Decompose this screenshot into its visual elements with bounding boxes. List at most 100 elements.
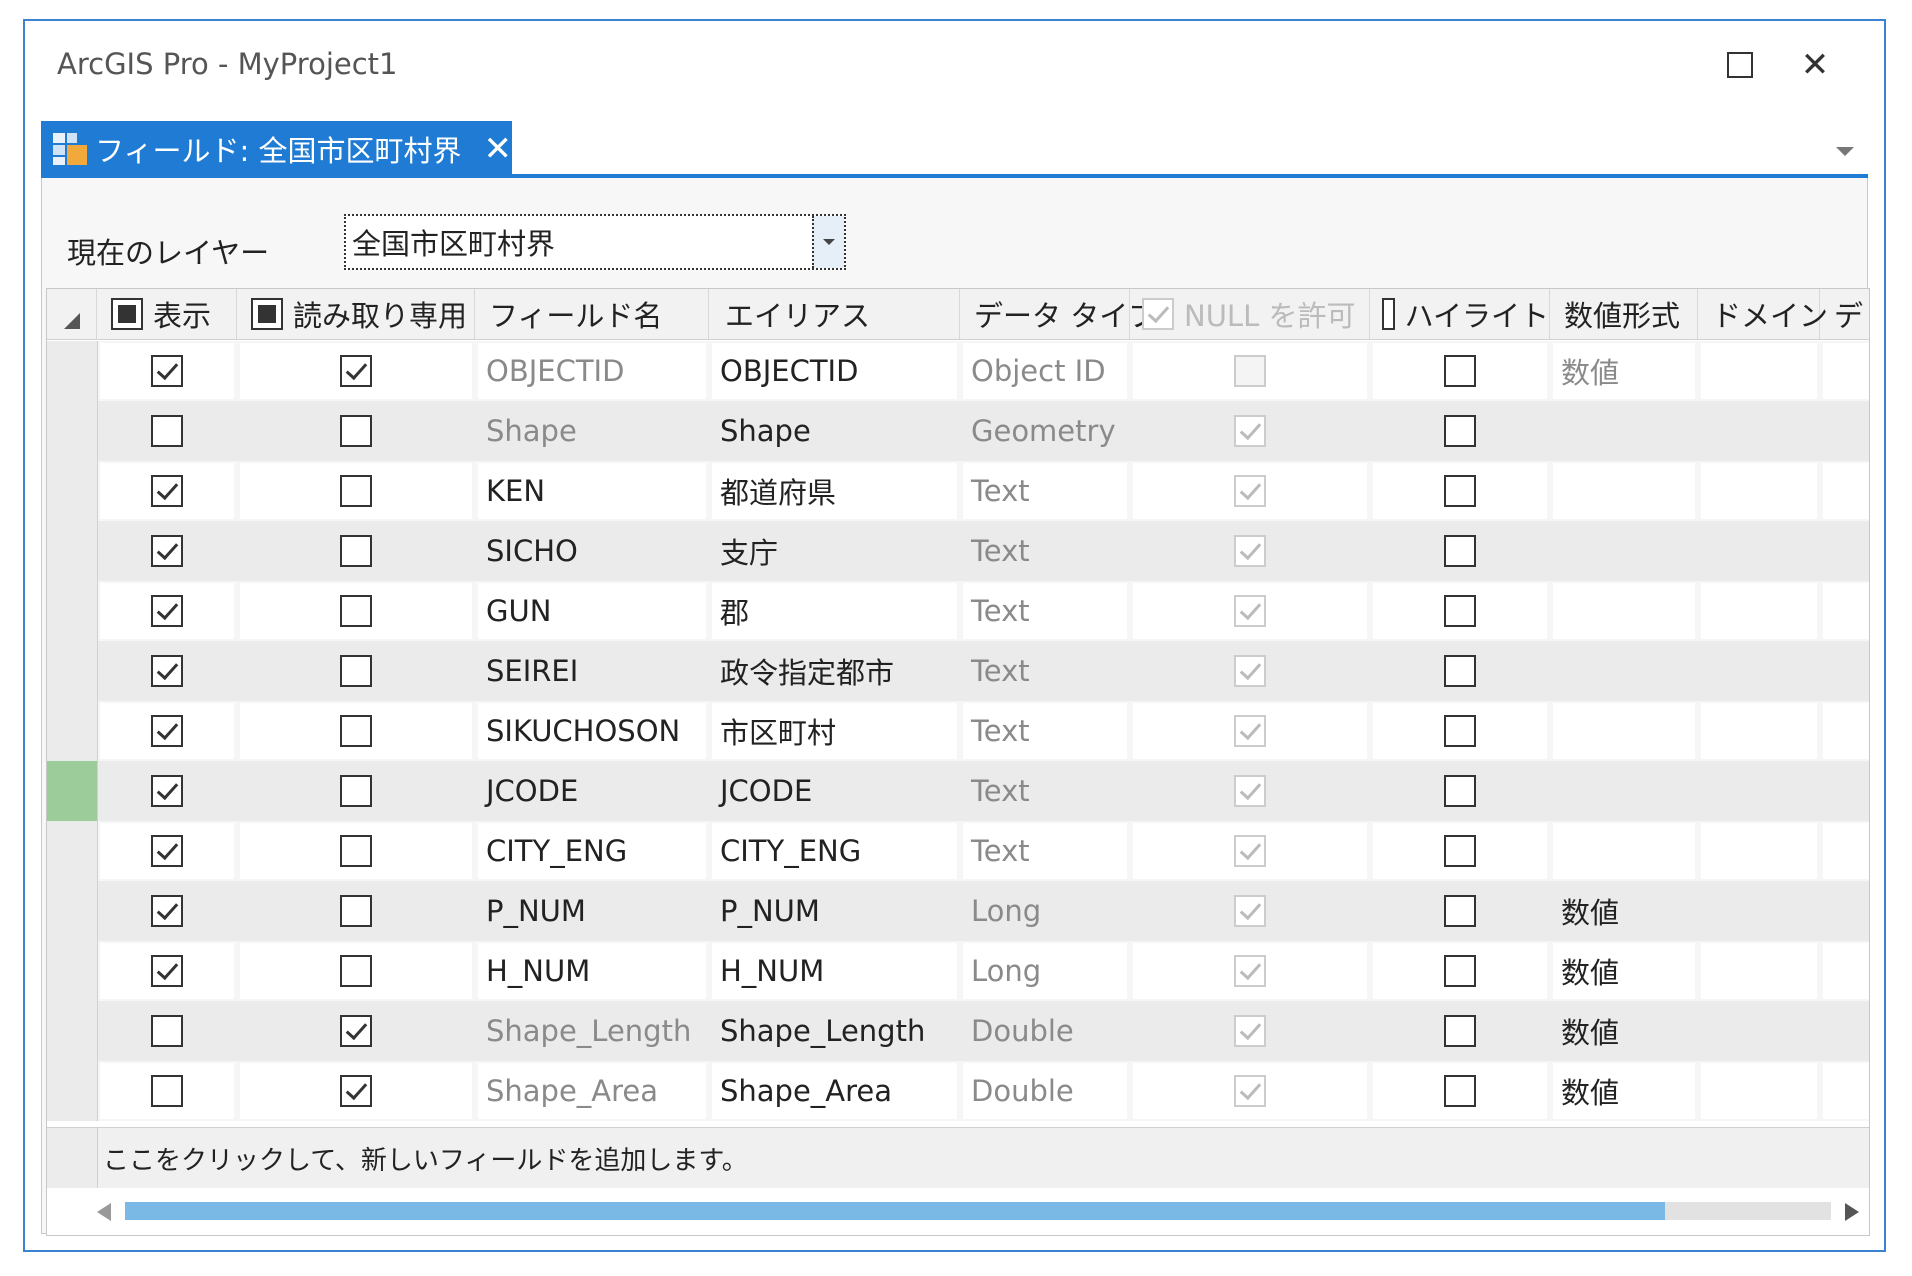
cell-data-type[interactable]: Object ID <box>963 343 1127 399</box>
readonly-checkbox[interactable] <box>340 775 372 807</box>
readonly-checkbox[interactable] <box>340 355 372 387</box>
readonly-checkbox[interactable] <box>340 1075 372 1107</box>
table-row[interactable]: GUN 郡 Text <box>47 581 1869 641</box>
cell-readonly[interactable] <box>240 463 472 519</box>
visible-all-checkbox[interactable] <box>111 298 143 330</box>
add-field-row[interactable]: ここをクリックして、新しいフィールドを追加します。 <box>47 1127 1869 1188</box>
readonly-checkbox[interactable] <box>340 1015 372 1047</box>
col-header-field-name[interactable]: フィールド名 <box>475 289 709 339</box>
cell-readonly[interactable] <box>240 403 472 459</box>
highlight-checkbox[interactable] <box>1444 355 1476 387</box>
cell-number-format[interactable] <box>1553 463 1695 519</box>
highlight-all-checkbox[interactable] <box>1382 298 1395 330</box>
cell-readonly[interactable] <box>240 523 472 579</box>
cell-readonly[interactable] <box>240 643 472 699</box>
cell-data-type[interactable]: Geometry <box>963 403 1127 459</box>
tab-menu-chevron-down-icon[interactable] <box>1836 147 1854 156</box>
row-header[interactable] <box>47 1061 98 1121</box>
table-row[interactable]: CITY_ENG CITY_ENG Text <box>47 821 1869 881</box>
cell-visible[interactable] <box>100 643 234 699</box>
cell-field-name[interactable]: CITY_ENG <box>478 823 706 879</box>
cell-field-name[interactable]: Shape_Length <box>478 1003 706 1059</box>
readonly-checkbox[interactable] <box>340 955 372 987</box>
cell-visible[interactable] <box>100 1003 234 1059</box>
cell-number-format[interactable]: 数値 <box>1553 943 1695 999</box>
cell-default[interactable] <box>1823 703 1869 759</box>
cell-alias[interactable]: Shape_Length <box>712 1003 957 1059</box>
cell-data-type[interactable]: Text <box>963 523 1127 579</box>
cell-highlight[interactable] <box>1373 943 1547 999</box>
cell-readonly[interactable] <box>240 703 472 759</box>
highlight-checkbox[interactable] <box>1444 595 1476 627</box>
cell-domain[interactable] <box>1701 1003 1817 1059</box>
highlight-checkbox[interactable] <box>1444 535 1476 567</box>
cell-alias[interactable]: 政令指定都市 <box>712 643 957 699</box>
cell-highlight[interactable] <box>1373 463 1547 519</box>
cell-default[interactable] <box>1823 643 1869 699</box>
scroll-left-icon[interactable] <box>97 1203 111 1221</box>
cell-field-name[interactable]: OBJECTID <box>478 343 706 399</box>
cell-highlight[interactable] <box>1373 583 1547 639</box>
readonly-checkbox[interactable] <box>340 415 372 447</box>
cell-highlight[interactable] <box>1373 703 1547 759</box>
cell-visible[interactable] <box>100 523 234 579</box>
row-header[interactable] <box>47 641 98 701</box>
col-header-visible[interactable]: 表示 <box>97 289 237 339</box>
cell-field-name[interactable]: P_NUM <box>478 883 706 939</box>
cell-default[interactable] <box>1823 1063 1869 1119</box>
cell-domain[interactable] <box>1701 823 1817 879</box>
cell-number-format[interactable] <box>1553 823 1695 879</box>
cell-data-type[interactable]: Text <box>963 763 1127 819</box>
cell-alias[interactable]: OBJECTID <box>712 343 957 399</box>
cell-domain[interactable] <box>1701 583 1817 639</box>
cell-visible[interactable] <box>100 463 234 519</box>
visible-checkbox[interactable] <box>151 775 183 807</box>
cell-alias[interactable]: 都道府県 <box>712 463 957 519</box>
row-header[interactable] <box>47 341 98 401</box>
readonly-all-checkbox[interactable] <box>251 298 283 330</box>
cell-data-type[interactable]: Text <box>963 463 1127 519</box>
row-header[interactable] <box>47 701 98 761</box>
cell-default[interactable] <box>1823 883 1869 939</box>
cell-alias[interactable]: P_NUM <box>712 883 957 939</box>
cell-field-name[interactable]: Shape_Area <box>478 1063 706 1119</box>
cell-readonly[interactable] <box>240 763 472 819</box>
col-header-number-format[interactable]: 数値形式 <box>1550 289 1698 339</box>
visible-checkbox[interactable] <box>151 475 183 507</box>
visible-checkbox[interactable] <box>151 415 183 447</box>
readonly-checkbox[interactable] <box>340 895 372 927</box>
cell-highlight[interactable] <box>1373 403 1547 459</box>
highlight-checkbox[interactable] <box>1444 895 1476 927</box>
row-header[interactable] <box>47 881 98 941</box>
row-header[interactable] <box>47 761 98 821</box>
readonly-checkbox[interactable] <box>340 655 372 687</box>
highlight-checkbox[interactable] <box>1444 835 1476 867</box>
visible-checkbox[interactable] <box>151 655 183 687</box>
col-header-default[interactable]: デ <box>1820 289 1869 339</box>
cell-highlight[interactable] <box>1373 883 1547 939</box>
cell-data-type[interactable]: Double <box>963 1003 1127 1059</box>
col-header-highlight[interactable]: ハイライト <box>1370 289 1550 339</box>
cell-domain[interactable] <box>1701 943 1817 999</box>
cell-field-name[interactable]: SEIREI <box>478 643 706 699</box>
cell-alias[interactable]: H_NUM <box>712 943 957 999</box>
cell-readonly[interactable] <box>240 883 472 939</box>
cell-readonly[interactable] <box>240 823 472 879</box>
cell-highlight[interactable] <box>1373 763 1547 819</box>
table-row[interactable]: Shape Shape Geometry <box>47 401 1869 461</box>
cell-default[interactable] <box>1823 823 1869 879</box>
cell-domain[interactable] <box>1701 883 1817 939</box>
cell-visible[interactable] <box>100 343 234 399</box>
table-row[interactable]: SICHO 支庁 Text <box>47 521 1869 581</box>
cell-number-format[interactable]: 数値 <box>1553 343 1695 399</box>
cell-visible[interactable] <box>100 943 234 999</box>
cell-number-format[interactable]: 数値 <box>1553 1063 1695 1119</box>
readonly-checkbox[interactable] <box>340 595 372 627</box>
highlight-checkbox[interactable] <box>1444 1015 1476 1047</box>
cell-data-type[interactable]: Text <box>963 643 1127 699</box>
cell-field-name[interactable]: JCODE <box>478 763 706 819</box>
cell-data-type[interactable]: Text <box>963 703 1127 759</box>
cell-highlight[interactable] <box>1373 523 1547 579</box>
cell-alias[interactable]: 市区町村 <box>712 703 957 759</box>
cell-data-type[interactable]: Text <box>963 583 1127 639</box>
